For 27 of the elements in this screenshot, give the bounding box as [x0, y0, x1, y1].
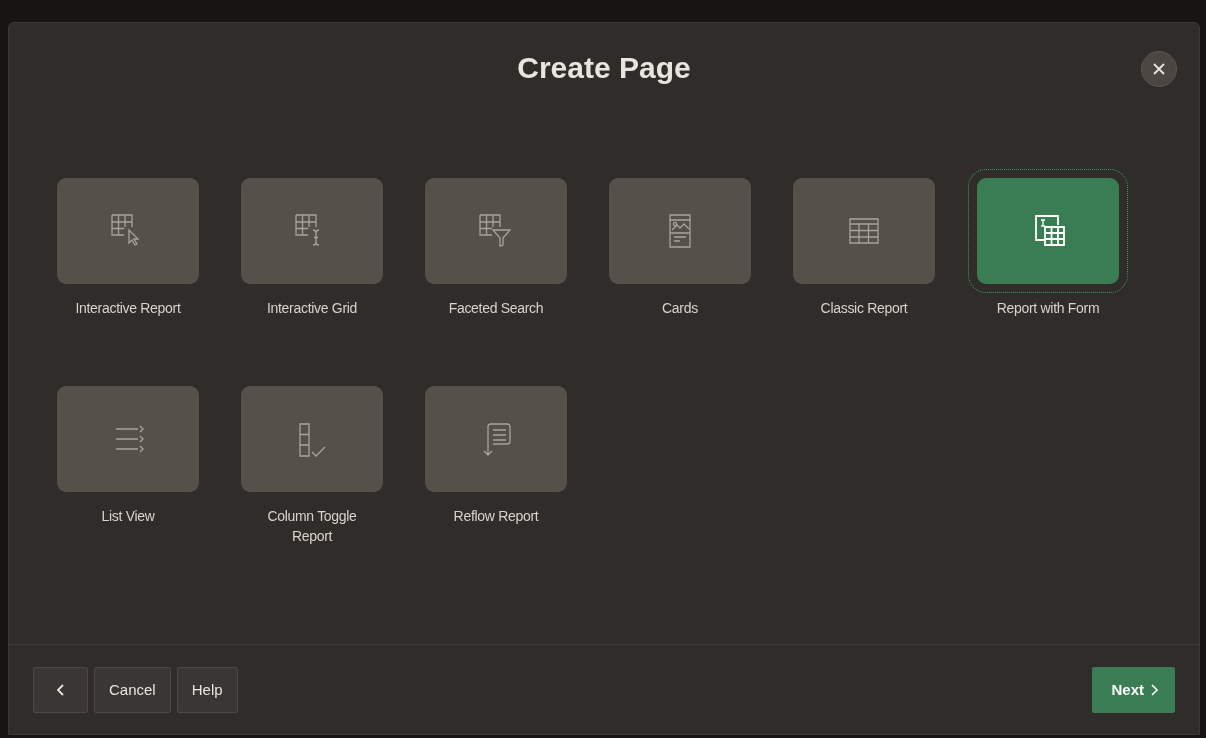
page-type-label: Faceted Search — [447, 299, 545, 318]
footer-button[interactable]: Help — [176, 666, 238, 713]
page-type-label: Column Toggle Report — [266, 507, 358, 546]
page-type-tile[interactable] — [425, 178, 567, 284]
back-button[interactable] — [33, 666, 88, 713]
close-icon — [1152, 62, 1166, 76]
page-type-label: Cards — [661, 299, 699, 318]
next-button[interactable]: Next — [1092, 666, 1175, 713]
page-type-tile[interactable] — [977, 178, 1119, 284]
chevron-right-icon — [1150, 683, 1158, 696]
page-type-label: Interactive Report — [74, 299, 182, 318]
page-type-tile[interactable] — [793, 178, 935, 284]
page-type-tile[interactable] — [57, 386, 199, 492]
page-type-label: Classic Report — [819, 299, 909, 318]
chevron-left-icon — [55, 683, 66, 696]
page-type-tile[interactable] — [57, 178, 199, 284]
close-button[interactable] — [1141, 51, 1177, 87]
page-type-label: Reflow Report — [452, 507, 540, 526]
page-type-tile[interactable] — [241, 178, 383, 284]
footer-button[interactable]: Cancel — [94, 666, 171, 713]
dialog-title: Create Page — [517, 51, 691, 86]
page-type-label: Interactive Grid — [265, 299, 359, 318]
page-type-label: List View — [100, 507, 156, 526]
page-type-tile[interactable] — [609, 178, 751, 284]
page-type-tile[interactable] — [425, 386, 567, 492]
page-type-tile[interactable] — [241, 386, 383, 492]
page-type-label: Report with Form — [995, 299, 1101, 318]
